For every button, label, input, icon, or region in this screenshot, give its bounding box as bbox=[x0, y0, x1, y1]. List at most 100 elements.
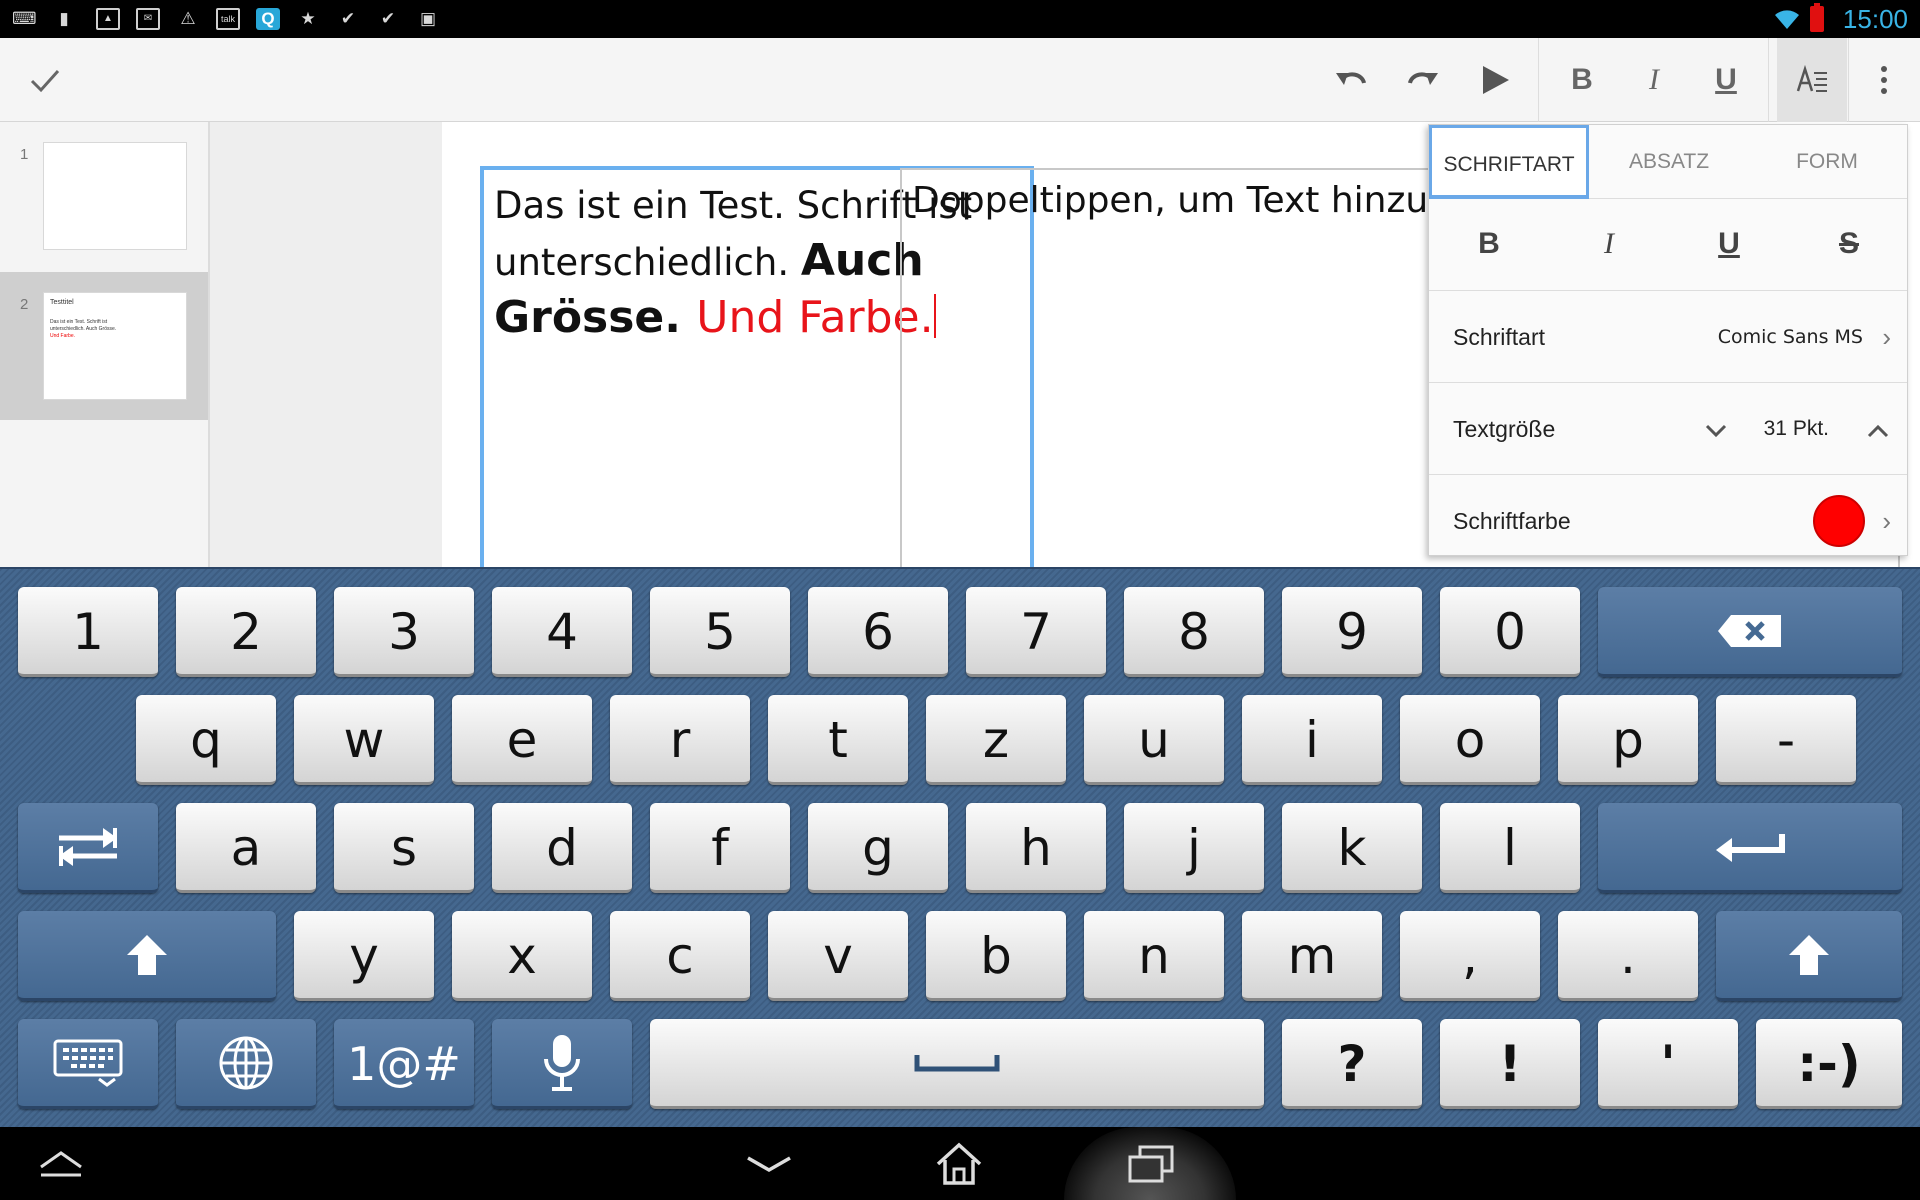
language-key[interactable] bbox=[176, 1019, 316, 1109]
key-y[interactable]: y bbox=[294, 911, 434, 1001]
key-o[interactable]: o bbox=[1400, 695, 1540, 785]
tab-schriftart[interactable]: SCHRIFTART bbox=[1429, 125, 1589, 199]
text-format-button[interactable] bbox=[1777, 38, 1847, 122]
shop-bag-icon: ▣ bbox=[419, 9, 437, 28]
underline-button[interactable]: U bbox=[1691, 38, 1761, 122]
key-1[interactable]: 1 bbox=[18, 587, 158, 677]
italic-toggle[interactable]: I bbox=[1584, 221, 1634, 267]
key-9[interactable]: 9 bbox=[1282, 587, 1422, 677]
key-x[interactable]: x bbox=[452, 911, 592, 1001]
tab-form[interactable]: FORM bbox=[1747, 125, 1907, 199]
keyboard-icon: ⌨ bbox=[12, 9, 37, 28]
switch-layout-key[interactable] bbox=[18, 803, 158, 893]
key-g[interactable]: g bbox=[808, 803, 948, 893]
key-exclamation[interactable]: ! bbox=[1440, 1019, 1580, 1109]
increase-size-button[interactable] bbox=[1863, 383, 1893, 475]
backspace-key[interactable] bbox=[1598, 587, 1902, 677]
italic-button[interactable]: I bbox=[1619, 38, 1689, 122]
chevron-down-icon bbox=[747, 1155, 791, 1172]
key-s[interactable]: s bbox=[334, 803, 474, 893]
key-q[interactable]: q bbox=[136, 695, 276, 785]
hide-keyboard-key[interactable] bbox=[18, 1019, 158, 1109]
font-color-row[interactable]: Schriftfarbe › bbox=[1429, 475, 1907, 567]
shift-arrow-icon bbox=[1789, 934, 1829, 975]
key-7[interactable]: 7 bbox=[966, 587, 1106, 677]
tab-absatz[interactable]: ABSATZ bbox=[1589, 125, 1749, 199]
key-smiley[interactable]: :-) bbox=[1756, 1019, 1902, 1109]
key-4[interactable]: 4 bbox=[492, 587, 632, 677]
key-0[interactable]: 0 bbox=[1440, 587, 1580, 677]
key-comma[interactable]: , bbox=[1400, 911, 1540, 1001]
key-c[interactable]: c bbox=[610, 911, 750, 1001]
talk-icon: talk bbox=[216, 8, 240, 30]
key-f[interactable]: f bbox=[650, 803, 790, 893]
key-3[interactable]: 3 bbox=[334, 587, 474, 677]
backspace-icon bbox=[1718, 614, 1781, 647]
undo-icon bbox=[1336, 72, 1366, 85]
done-button[interactable] bbox=[10, 38, 80, 122]
key-h[interactable]: h bbox=[966, 803, 1106, 893]
back-button[interactable] bbox=[724, 1127, 814, 1200]
enter-key[interactable] bbox=[1598, 803, 1902, 893]
slide-preview-title: Testtitel bbox=[50, 299, 74, 306]
key-2[interactable]: 2 bbox=[176, 587, 316, 677]
key-u[interactable]: u bbox=[1084, 695, 1224, 785]
slide-preview-body: Das ist ein Test. Schrift ist unterschie… bbox=[50, 319, 117, 339]
underline-toggle[interactable]: U bbox=[1704, 221, 1754, 267]
key-question[interactable]: ? bbox=[1282, 1019, 1422, 1109]
microphone-icon bbox=[544, 1034, 580, 1091]
bold-toggle[interactable]: B bbox=[1464, 221, 1514, 267]
voice-input-key[interactable] bbox=[492, 1019, 632, 1109]
key-l[interactable]: l bbox=[1440, 803, 1580, 893]
home-button[interactable] bbox=[914, 1127, 1004, 1200]
star-icon: ★ bbox=[300, 9, 316, 28]
play-icon bbox=[1483, 66, 1509, 94]
key-apostrophe[interactable]: ' bbox=[1598, 1019, 1738, 1109]
key-hyphen[interactable]: - bbox=[1716, 695, 1856, 785]
key-p[interactable]: p bbox=[1558, 695, 1698, 785]
shift-key-right[interactable] bbox=[1716, 911, 1902, 1001]
key-z[interactable]: z bbox=[926, 695, 1066, 785]
collapse-up-icon bbox=[40, 1150, 82, 1176]
font-family-row[interactable]: Schriftart Comic Sans MS › bbox=[1429, 291, 1907, 383]
key-6[interactable]: 6 bbox=[808, 587, 948, 677]
play-button[interactable] bbox=[1460, 38, 1530, 122]
key-d[interactable]: d bbox=[492, 803, 632, 893]
key-a[interactable]: a bbox=[176, 803, 316, 893]
space-bar-icon bbox=[914, 1054, 1000, 1071]
key-t[interactable]: t bbox=[768, 695, 908, 785]
on-screen-keyboard: 1 2 3 4 5 6 7 8 9 0 q w e r t z u i o p … bbox=[0, 567, 1920, 1127]
decrease-size-button[interactable] bbox=[1701, 383, 1731, 475]
undo-button[interactable] bbox=[1316, 38, 1386, 122]
shift-arrow-icon bbox=[127, 934, 167, 975]
space-key[interactable] bbox=[650, 1019, 1264, 1109]
symbols-key[interactable]: 1@# bbox=[334, 1019, 474, 1109]
warning-icon: ⚠ bbox=[180, 9, 196, 28]
shift-key-left[interactable] bbox=[18, 911, 276, 1001]
globe-icon bbox=[219, 1036, 273, 1089]
key-j[interactable]: j bbox=[1124, 803, 1264, 893]
bag-check-icon: ✔ bbox=[340, 9, 356, 28]
overflow-menu-button[interactable] bbox=[1852, 38, 1916, 122]
redo-button[interactable] bbox=[1388, 38, 1458, 122]
key-n[interactable]: n bbox=[1084, 911, 1224, 1001]
enter-icon bbox=[1716, 833, 1785, 862]
menu-button[interactable] bbox=[16, 1127, 106, 1200]
slide-thumbnail[interactable]: 1 bbox=[0, 122, 208, 270]
key-i[interactable]: i bbox=[1242, 695, 1382, 785]
slide-thumbnail[interactable]: 2 Testtitel Das ist ein Test. Schrift is… bbox=[0, 272, 208, 420]
key-k[interactable]: k bbox=[1282, 803, 1422, 893]
strikethrough-toggle[interactable]: S bbox=[1824, 221, 1874, 267]
key-5[interactable]: 5 bbox=[650, 587, 790, 677]
key-w[interactable]: w bbox=[294, 695, 434, 785]
swap-arrows-icon bbox=[59, 827, 117, 866]
bold-button[interactable]: B bbox=[1547, 38, 1617, 122]
key-r[interactable]: r bbox=[610, 695, 750, 785]
key-e[interactable]: e bbox=[452, 695, 592, 785]
key-period[interactable]: . bbox=[1558, 911, 1698, 1001]
recent-apps-button[interactable] bbox=[1106, 1127, 1196, 1200]
key-8[interactable]: 8 bbox=[1124, 587, 1264, 677]
key-m[interactable]: m bbox=[1242, 911, 1382, 1001]
key-v[interactable]: v bbox=[768, 911, 908, 1001]
key-b[interactable]: b bbox=[926, 911, 1066, 1001]
